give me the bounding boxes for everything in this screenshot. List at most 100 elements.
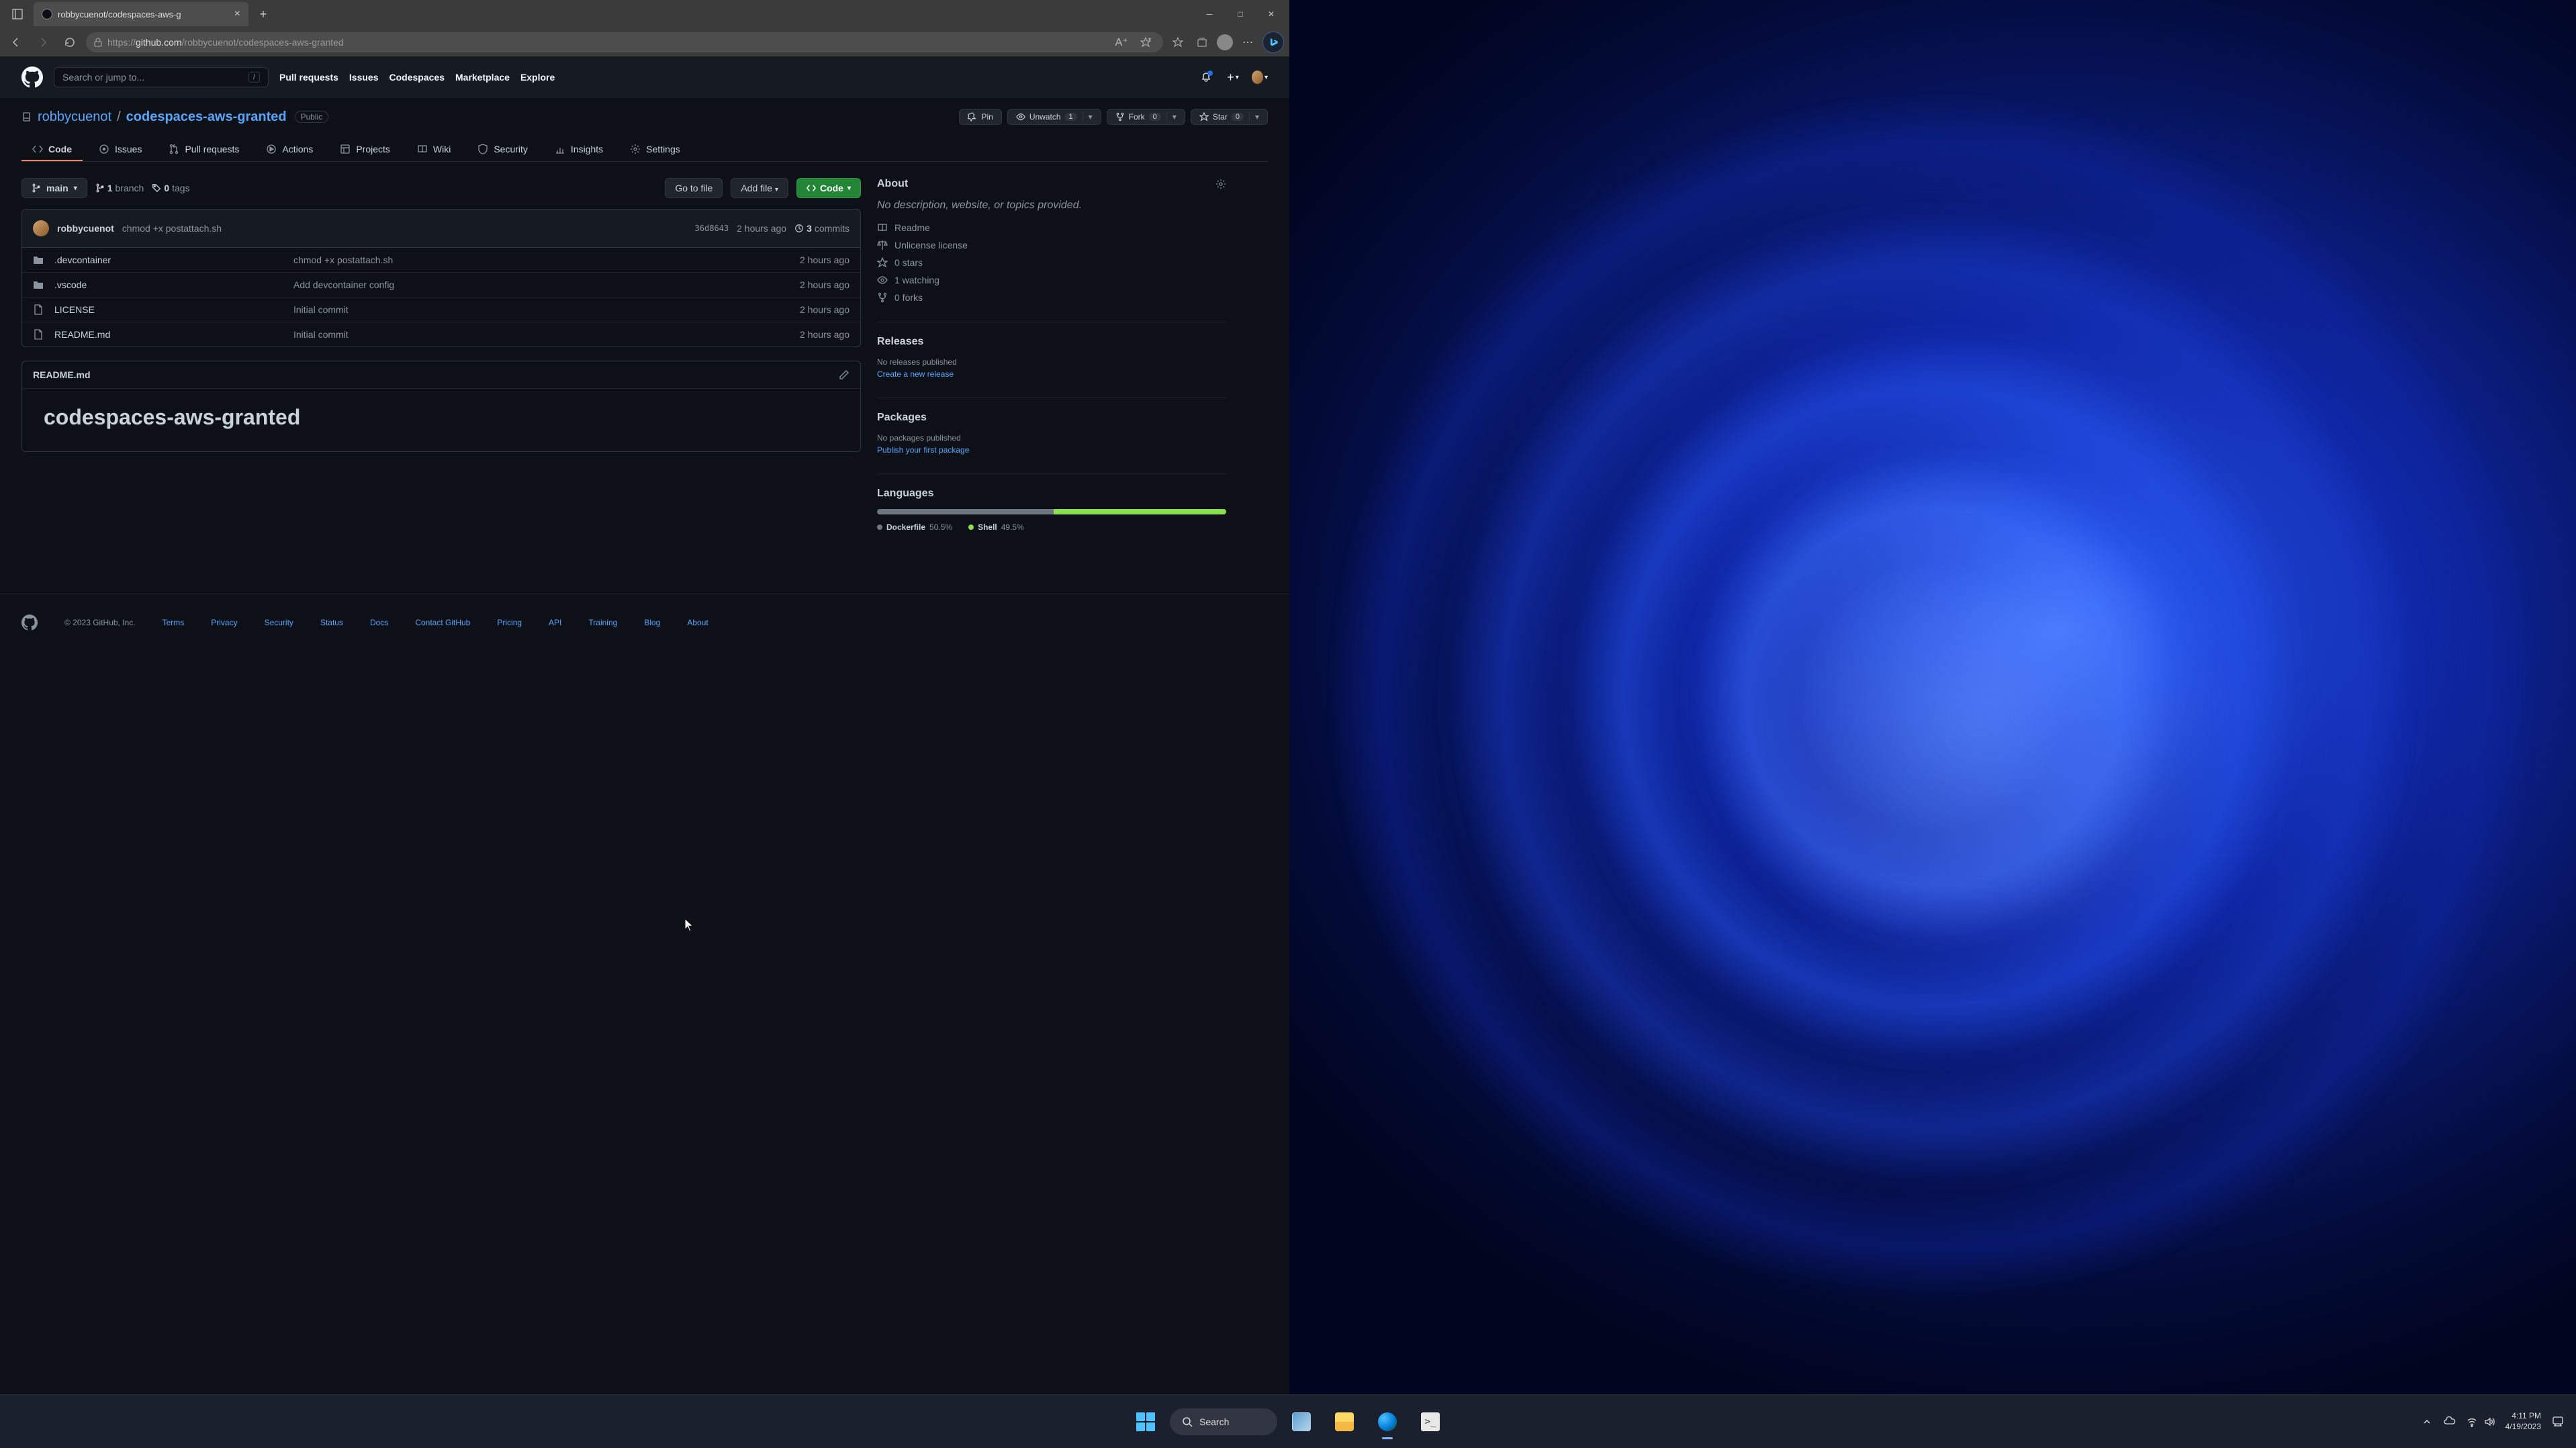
tab-pull-requests[interactable]: Pull requests <box>158 138 250 161</box>
bing-chat-icon[interactable] <box>1262 32 1284 53</box>
branches-link[interactable]: 1 branch <box>95 183 144 193</box>
taskbar-search[interactable]: Search <box>1170 1408 1277 1435</box>
pin-button[interactable]: Pin <box>959 109 1001 125</box>
tab-issues[interactable]: Issues <box>88 138 152 161</box>
start-button[interactable] <box>1127 1403 1164 1441</box>
collections-icon[interactable] <box>1193 33 1211 52</box>
notifications-button[interactable] <box>2552 1415 2565 1429</box>
chevron-down-icon[interactable]: ▾ <box>1249 112 1259 122</box>
releases-title[interactable]: Releases <box>877 336 1226 348</box>
footer-link-status[interactable]: Status <box>320 618 343 627</box>
repo-name-link[interactable]: codespaces-aws-granted <box>126 109 287 125</box>
footer-link-training[interactable]: Training <box>588 618 617 627</box>
go-to-file-button[interactable]: Go to file <box>665 178 723 198</box>
refresh-button[interactable] <box>59 32 81 53</box>
close-button[interactable]: ✕ <box>1256 3 1287 25</box>
footer-link-terms[interactable]: Terms <box>163 618 185 627</box>
nav-marketplace[interactable]: Marketplace <box>455 72 510 83</box>
readme-filename[interactable]: README.md <box>33 369 839 380</box>
tray-overflow-icon[interactable] <box>2421 1416 2433 1428</box>
license-link[interactable]: Unlicense license <box>877 240 1226 251</box>
commit-sha[interactable]: 36d8643 <box>695 224 729 233</box>
file-row[interactable]: README.md Initial commit 2 hours ago <box>22 322 860 347</box>
favorites-icon[interactable] <box>1168 33 1187 52</box>
lang-item-shell[interactable]: Shell 49.5% <box>968 523 1024 532</box>
onedrive-icon[interactable] <box>2444 1416 2456 1428</box>
footer-link-privacy[interactable]: Privacy <box>211 618 237 627</box>
watch-button[interactable]: Unwatch 1 ▾ <box>1007 109 1101 125</box>
tab-actions[interactable]: Actions <box>255 138 324 161</box>
commit-message[interactable]: chmod +x postattach.sh <box>122 223 222 234</box>
github-footer-logo-icon[interactable] <box>21 615 38 631</box>
menu-icon[interactable]: ⋯ <box>1238 33 1257 52</box>
tab-wiki[interactable]: Wiki <box>406 138 461 161</box>
footer-link-pricing[interactable]: Pricing <box>497 618 522 627</box>
profile-icon[interactable] <box>1217 34 1233 50</box>
tab-security[interactable]: Security <box>467 138 539 161</box>
favorites-add-icon[interactable] <box>1136 33 1155 52</box>
fork-button[interactable]: Fork 0 ▾ <box>1107 109 1185 125</box>
back-button[interactable] <box>5 32 27 53</box>
taskbar-clock[interactable]: 4:11 PM 4/19/2023 <box>2505 1411 2541 1432</box>
tab-actions-icon[interactable] <box>7 3 28 25</box>
add-file-button[interactable]: Add file ▾ <box>731 178 788 198</box>
terminal-button[interactable]: >_ <box>1412 1403 1449 1441</box>
star-button[interactable]: Star 0 ▾ <box>1191 109 1268 125</box>
notifications-icon[interactable] <box>1198 69 1214 85</box>
edit-readme-icon[interactable] <box>839 369 849 380</box>
new-tab-button[interactable]: + <box>252 3 274 25</box>
chevron-down-icon[interactable]: ▾ <box>1166 112 1177 122</box>
file-row[interactable]: .devcontainer chmod +x postattach.sh 2 h… <box>22 248 860 273</box>
footer-link-docs[interactable]: Docs <box>370 618 388 627</box>
file-row[interactable]: .vscode Add devcontainer config 2 hours … <box>22 273 860 298</box>
packages-title[interactable]: Packages <box>877 412 1226 424</box>
footer-link-about[interactable]: About <box>687 618 708 627</box>
tags-link[interactable]: 0 tags <box>152 183 189 193</box>
tab-code[interactable]: Code <box>21 138 83 161</box>
branch-select-button[interactable]: main ▾ <box>21 178 87 198</box>
forks-link[interactable]: 0 forks <box>877 292 1226 303</box>
footer-link-contact[interactable]: Contact GitHub <box>415 618 470 627</box>
read-aloud-icon[interactable]: A⁺ <box>1112 33 1131 52</box>
repo-owner-link[interactable]: robbycuenot <box>38 109 111 125</box>
footer-link-blog[interactable]: Blog <box>644 618 660 627</box>
nav-issues[interactable]: Issues <box>349 72 379 83</box>
maximize-button[interactable]: □ <box>1225 3 1256 25</box>
nav-explore[interactable]: Explore <box>520 72 555 83</box>
about-settings-icon[interactable] <box>1215 179 1226 189</box>
footer-link-security[interactable]: Security <box>265 618 293 627</box>
browser-tab[interactable]: robbycuenot/codespaces-aws-g × <box>34 2 248 26</box>
packages-section: Packages No packages published Publish y… <box>877 412 1226 455</box>
stars-link[interactable]: 0 stars <box>877 257 1226 268</box>
edge-browser-button[interactable] <box>1369 1403 1406 1441</box>
address-bar[interactable]: https://github.com/robbycuenot/codespace… <box>86 32 1163 52</box>
github-logo-icon[interactable] <box>21 66 43 88</box>
footer-link-api[interactable]: API <box>549 618 561 627</box>
chevron-down-icon[interactable]: ▾ <box>1083 112 1093 122</box>
watching-link[interactable]: 1 watching <box>877 275 1226 285</box>
github-search-input[interactable]: Search or jump to... / <box>54 67 269 87</box>
readme-link[interactable]: Readme <box>877 222 1226 233</box>
tab-insights[interactable]: Insights <box>544 138 614 161</box>
publish-package-link[interactable]: Publish your first package <box>877 445 1226 455</box>
task-view-button[interactable] <box>1283 1403 1320 1441</box>
code-download-button[interactable]: Code ▾ <box>796 178 861 198</box>
commit-author-link[interactable]: robbycuenot <box>57 223 114 234</box>
file-explorer-button[interactable] <box>1326 1403 1363 1441</box>
forward-button[interactable] <box>32 32 54 53</box>
create-new-button[interactable]: +▾ <box>1225 69 1241 85</box>
repo-header: robbycuenot / codespaces-aws-granted Pub… <box>0 98 1289 162</box>
user-menu-button[interactable]: ▾ <box>1252 69 1268 85</box>
create-release-link[interactable]: Create a new release <box>877 369 1226 379</box>
nav-codespaces[interactable]: Codespaces <box>389 72 445 83</box>
nav-pull-requests[interactable]: Pull requests <box>279 72 338 83</box>
file-row[interactable]: LICENSE Initial commit 2 hours ago <box>22 298 860 322</box>
minimize-button[interactable]: ─ <box>1194 3 1225 25</box>
tab-settings[interactable]: Settings <box>619 138 691 161</box>
lang-item-dockerfile[interactable]: Dockerfile 50.5% <box>877 523 952 532</box>
commit-author-avatar[interactable] <box>33 220 49 236</box>
tab-projects[interactable]: Projects <box>329 138 401 161</box>
commits-link[interactable]: 3 commits <box>794 223 849 234</box>
network-volume-group[interactable] <box>2467 1416 2495 1427</box>
tab-close-icon[interactable]: × <box>234 8 240 20</box>
